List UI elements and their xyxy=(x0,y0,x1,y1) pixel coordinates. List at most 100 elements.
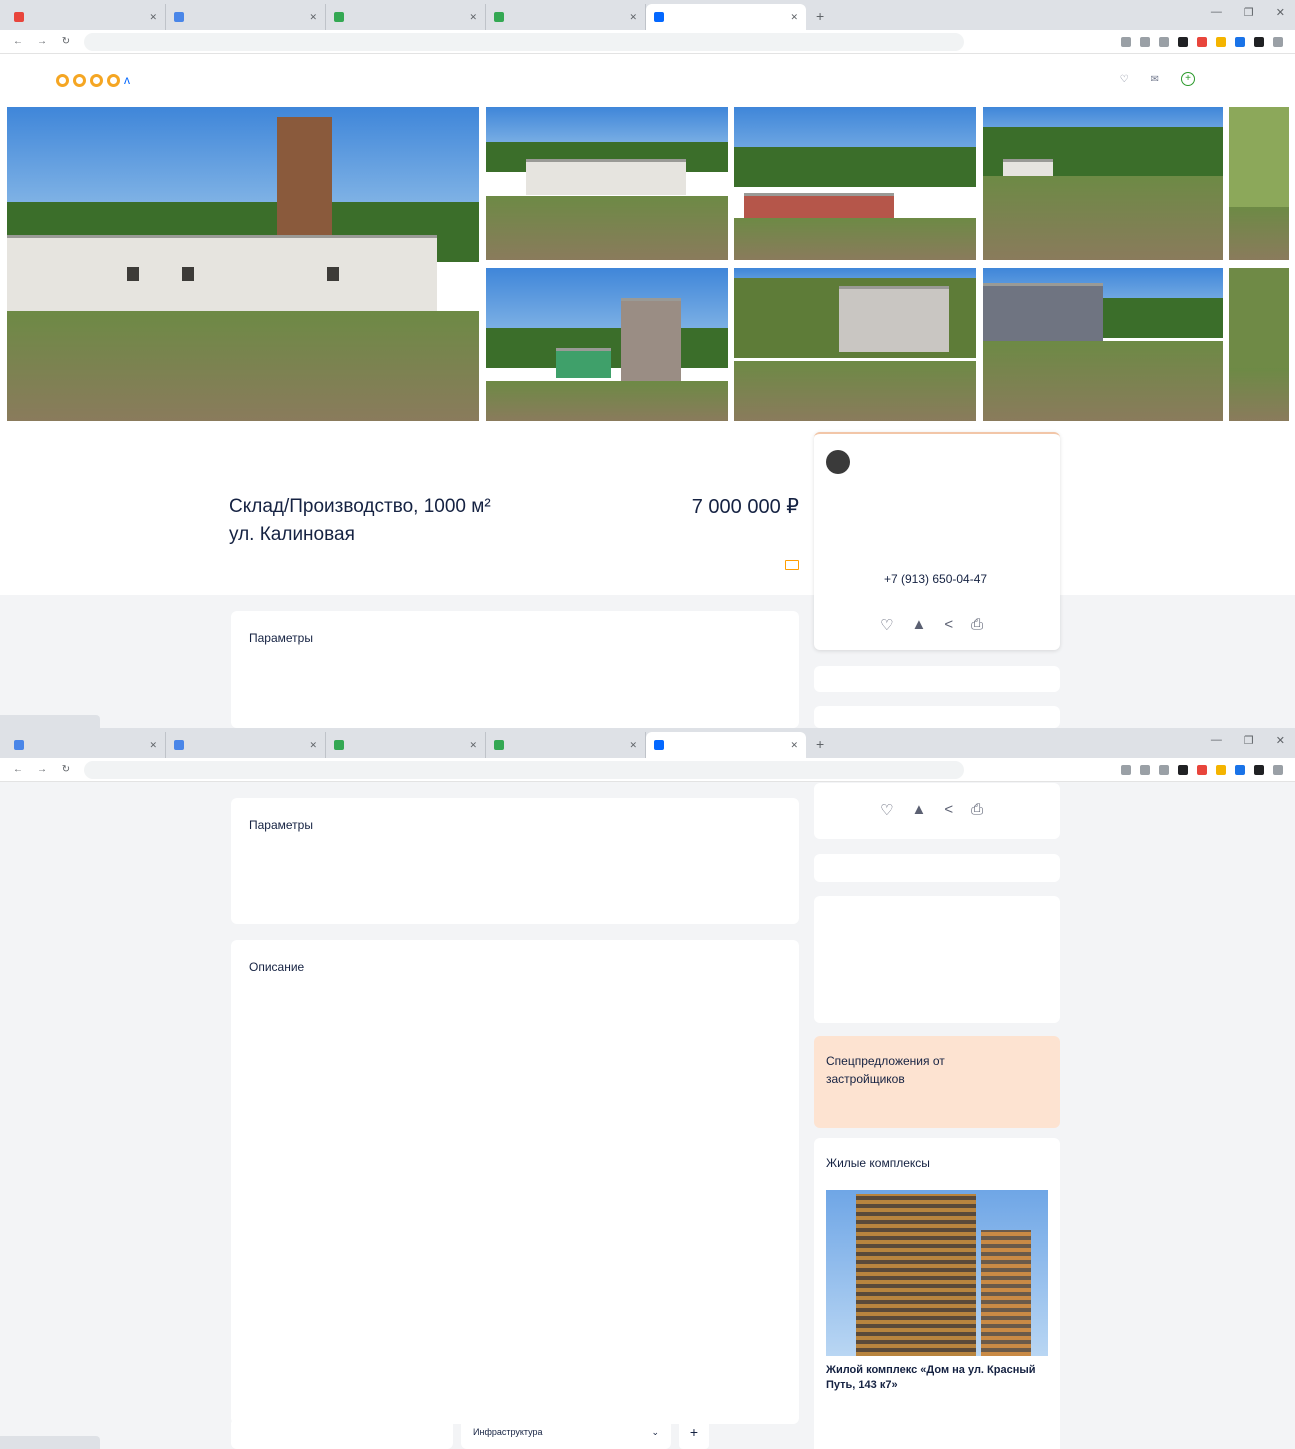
browser-tab[interactable]: ✕ xyxy=(166,4,326,30)
extension-icon[interactable] xyxy=(1216,764,1226,775)
thumbnail-photo[interactable] xyxy=(1229,107,1289,260)
new-tab-icon[interactable]: + xyxy=(806,736,834,758)
thumbnail-photo[interactable] xyxy=(486,268,728,421)
close-tab-icon[interactable]: ✕ xyxy=(790,12,798,23)
close-tab-icon[interactable]: ✕ xyxy=(149,740,157,751)
extension-icon[interactable] xyxy=(1216,36,1226,47)
logo[interactable]: ᴧ xyxy=(56,73,130,87)
url-field[interactable] xyxy=(84,32,964,51)
favorites-icon[interactable]: ♡ xyxy=(1120,74,1129,85)
address-bar: ← → ↻ xyxy=(0,30,1295,54)
thumbnail-photo[interactable] xyxy=(734,268,976,421)
extension-icons xyxy=(1121,36,1283,47)
extension-icon[interactable] xyxy=(1159,36,1169,47)
infrastructure-dropdown[interactable]: Инфраструктура ⌄ xyxy=(461,1418,671,1449)
messages-icon[interactable]: ✉ xyxy=(1151,74,1159,85)
tab-favicon-icon xyxy=(174,12,184,22)
browser-tab-active[interactable]: ✕ xyxy=(646,732,806,758)
extension-icon[interactable] xyxy=(1197,764,1207,775)
extension-icon[interactable] xyxy=(1254,36,1264,47)
reload-icon[interactable]: ↻ xyxy=(60,764,72,775)
browser-tab[interactable]: ✕ xyxy=(166,732,326,758)
browser-tab[interactable]: ✕ xyxy=(486,4,646,30)
print-icon[interactable]: ⎙ xyxy=(971,616,983,634)
heart-icon[interactable]: ♡ xyxy=(880,801,893,819)
extension-icon[interactable] xyxy=(1159,764,1169,775)
close-tab-icon[interactable]: ✕ xyxy=(629,740,637,751)
thumbnail-photo[interactable] xyxy=(1229,268,1289,421)
status-bar xyxy=(0,715,100,728)
reload-icon[interactable]: ↻ xyxy=(60,36,72,47)
warning-icon[interactable]: ▲ xyxy=(911,801,926,819)
extension-icon[interactable] xyxy=(1273,36,1283,47)
extension-icon[interactable] xyxy=(1121,764,1131,775)
site-header: ᴧ ♡ ✉ + xyxy=(0,55,1295,105)
window-controls: — ❐ ✕ xyxy=(1211,734,1285,747)
browser-tab[interactable]: ✕ xyxy=(326,4,486,30)
sidebar-card xyxy=(814,854,1060,882)
extension-icon[interactable] xyxy=(1273,764,1283,775)
thumbnail-photo[interactable] xyxy=(486,107,728,260)
heart-icon[interactable]: ♡ xyxy=(880,616,893,634)
complex-photo[interactable] xyxy=(826,1190,1048,1356)
map-tabs[interactable] xyxy=(231,1418,453,1449)
zoom-in-button[interactable]: + xyxy=(679,1418,709,1449)
follow-price-button[interactable] xyxy=(785,560,799,570)
browser-tab[interactable]: ✕ xyxy=(6,4,166,30)
photo-gallery[interactable] xyxy=(7,107,1295,421)
tab-favicon-icon xyxy=(494,740,504,750)
agent-phone[interactable]: +7 (913) 650-04-47 xyxy=(884,572,987,586)
extension-icon[interactable] xyxy=(1235,36,1245,47)
minimize-icon[interactable]: — xyxy=(1211,6,1222,19)
listing-address[interactable]: ул. Калиновая xyxy=(229,524,355,546)
maximize-icon[interactable]: ❐ xyxy=(1244,6,1254,19)
complex-name[interactable]: Жилой комплекс «Дом на ул. Красный Путь,… xyxy=(826,1363,1041,1393)
chevron-down-icon: ⌄ xyxy=(651,1427,659,1437)
close-tab-icon[interactable]: ✕ xyxy=(149,12,157,23)
special-offers-card[interactable]: Спецпредложения от застройщиков xyxy=(814,1036,1060,1128)
extension-icon[interactable] xyxy=(1178,36,1188,47)
maximize-icon[interactable]: ❐ xyxy=(1244,734,1254,747)
main-photo[interactable] xyxy=(7,107,479,421)
agent-card-bottom: ♡ ▲ < ⎙ xyxy=(814,783,1060,839)
close-tab-icon[interactable]: ✕ xyxy=(469,12,477,23)
browser-tab[interactable]: ✕ xyxy=(6,732,166,758)
close-tab-icon[interactable]: ✕ xyxy=(790,740,798,751)
browser-tab[interactable]: ✕ xyxy=(326,732,486,758)
close-window-icon[interactable]: ✕ xyxy=(1276,6,1285,19)
forward-icon[interactable]: → xyxy=(36,764,48,775)
extension-icon[interactable] xyxy=(1235,764,1245,775)
thumbnail-photo[interactable] xyxy=(983,107,1223,260)
listing-price: 7 000 000 ₽ xyxy=(691,496,799,518)
warning-icon[interactable]: ▲ xyxy=(911,616,926,634)
close-tab-icon[interactable]: ✕ xyxy=(309,12,317,23)
map-toolbar: Инфраструктура ⌄ + xyxy=(231,1418,799,1449)
thumbnail-photo[interactable] xyxy=(983,268,1223,421)
infrastructure-label: Инфраструктура xyxy=(473,1427,543,1437)
extension-icon[interactable] xyxy=(1197,36,1207,47)
extension-icon[interactable] xyxy=(1140,36,1150,47)
browser-tab-active[interactable]: ✕ xyxy=(646,4,806,30)
extension-icon[interactable] xyxy=(1254,764,1264,775)
close-tab-icon[interactable]: ✕ xyxy=(309,740,317,751)
close-window-icon[interactable]: ✕ xyxy=(1276,734,1285,747)
browser-tab[interactable]: ✕ xyxy=(486,732,646,758)
share-icon[interactable]: < xyxy=(944,801,953,819)
share-icon[interactable]: < xyxy=(944,616,953,634)
back-icon[interactable]: ← xyxy=(12,36,24,47)
extension-icon[interactable] xyxy=(1121,36,1131,47)
minimize-icon[interactable]: — xyxy=(1211,734,1222,747)
url-field[interactable] xyxy=(84,760,964,779)
forward-icon[interactable]: → xyxy=(36,36,48,47)
extension-icon[interactable] xyxy=(1178,764,1188,775)
print-icon[interactable]: ⎙ xyxy=(971,801,983,819)
add-listing-button[interactable]: + xyxy=(1181,72,1195,86)
avatar xyxy=(826,450,850,474)
close-tab-icon[interactable]: ✕ xyxy=(469,740,477,751)
extension-icon[interactable] xyxy=(1140,764,1150,775)
close-tab-icon[interactable]: ✕ xyxy=(629,12,637,23)
back-icon[interactable]: ← xyxy=(12,764,24,775)
thumbnail-photo[interactable] xyxy=(734,107,976,260)
new-tab-icon[interactable]: + xyxy=(806,8,834,30)
screenshot-top: ✕ ✕ ✕ ✕ ✕ + — ❐ ✕ ← → ↻ ᴧ ♡ ✉ + Склад/Пр… xyxy=(0,0,1295,728)
